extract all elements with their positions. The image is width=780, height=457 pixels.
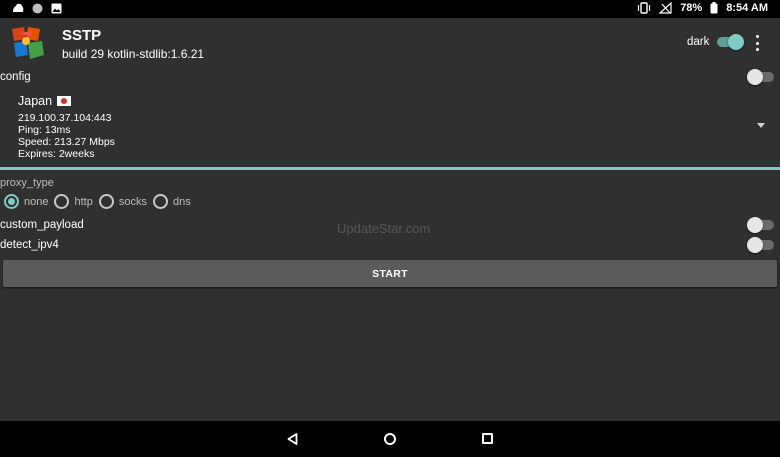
home-icon[interactable] — [384, 433, 396, 445]
radio-label: none — [24, 195, 49, 208]
server-address: 219.100.37.104:443 — [18, 112, 112, 124]
battery-percent: 78% — [680, 2, 703, 14]
radio-button-icon — [152, 194, 168, 209]
switch-thumb — [747, 217, 763, 233]
radio-label: dns — [172, 195, 191, 208]
custom-payload-label: custom_payload — [0, 219, 84, 231]
proxy-type-radio-group: none http socks dns — [4, 194, 197, 209]
radio-label: socks — [118, 195, 147, 208]
status-bar-notifications — [12, 3, 62, 14]
proxy-option-http[interactable]: http — [54, 194, 93, 209]
server-country: Japan — [18, 94, 53, 108]
app-title: SSTP — [62, 27, 102, 44]
notification-image-icon — [51, 3, 62, 14]
clock: 8:54 AM — [726, 2, 768, 14]
notification-circle-icon — [32, 3, 43, 14]
server-name-row: Japan — [18, 94, 718, 108]
dark-mode-label: dark — [687, 36, 710, 48]
switch-thumb — [728, 34, 744, 50]
detect-ipv4-switch[interactable] — [747, 237, 774, 253]
proxy-option-dns[interactable]: dns — [152, 194, 191, 209]
no-signal-icon — [659, 2, 672, 14]
switch-thumb — [747, 69, 763, 85]
server-selector[interactable]: Japan 219.100.37.104:443 Ping: 13ms Spee… — [18, 94, 718, 160]
server-details: 219.100.37.104:443 Ping: 13ms Speed: 213… — [18, 112, 718, 160]
status-bar: 78% 8:54 AM — [0, 0, 780, 18]
selector-underline — [0, 167, 780, 170]
back-icon[interactable] — [287, 433, 298, 445]
japan-flag-icon — [57, 96, 72, 106]
app-logo-icon — [12, 27, 44, 59]
notification-app-icon — [13, 3, 24, 12]
server-speed: Speed: 213.27 Mbps — [18, 136, 115, 148]
proxy-option-none[interactable]: none — [4, 194, 48, 209]
radio-button-icon — [54, 194, 70, 209]
more-options-icon[interactable] — [753, 35, 761, 51]
server-ping: Ping: 13ms — [18, 124, 71, 136]
config-label: config — [0, 71, 31, 83]
watermark: UpdateStar.com — [337, 221, 431, 236]
custom-payload-switch[interactable] — [747, 217, 774, 233]
dark-mode-switch[interactable] — [717, 34, 744, 50]
dropdown-arrow-icon[interactable] — [757, 123, 765, 128]
radio-label: http — [74, 195, 93, 208]
detect-ipv4-label: detect_ipv4 — [0, 239, 59, 251]
status-bar-system: 78% 8:54 AM — [637, 2, 768, 14]
app-screen: SSTP build 29 kotlin-stdlib:1.6.21 dark … — [0, 18, 780, 421]
radio-button-icon — [4, 194, 19, 209]
radio-button-icon — [98, 194, 114, 209]
app-build-info: build 29 kotlin-stdlib:1.6.21 — [62, 47, 205, 61]
battery-icon — [710, 2, 718, 14]
switch-thumb — [747, 237, 763, 253]
server-expires: Expires: 2weeks — [18, 148, 95, 160]
proxy-option-socks[interactable]: socks — [98, 194, 147, 209]
navigation-bar — [0, 421, 780, 457]
vibrate-icon — [638, 2, 651, 14]
start-button[interactable]: START — [3, 260, 777, 287]
app-header: SSTP build 29 kotlin-stdlib:1.6.21 dark — [0, 18, 780, 68]
recent-apps-icon[interactable] — [482, 433, 493, 444]
config-switch[interactable] — [747, 69, 774, 85]
proxy-type-label: proxy_type — [0, 177, 54, 189]
